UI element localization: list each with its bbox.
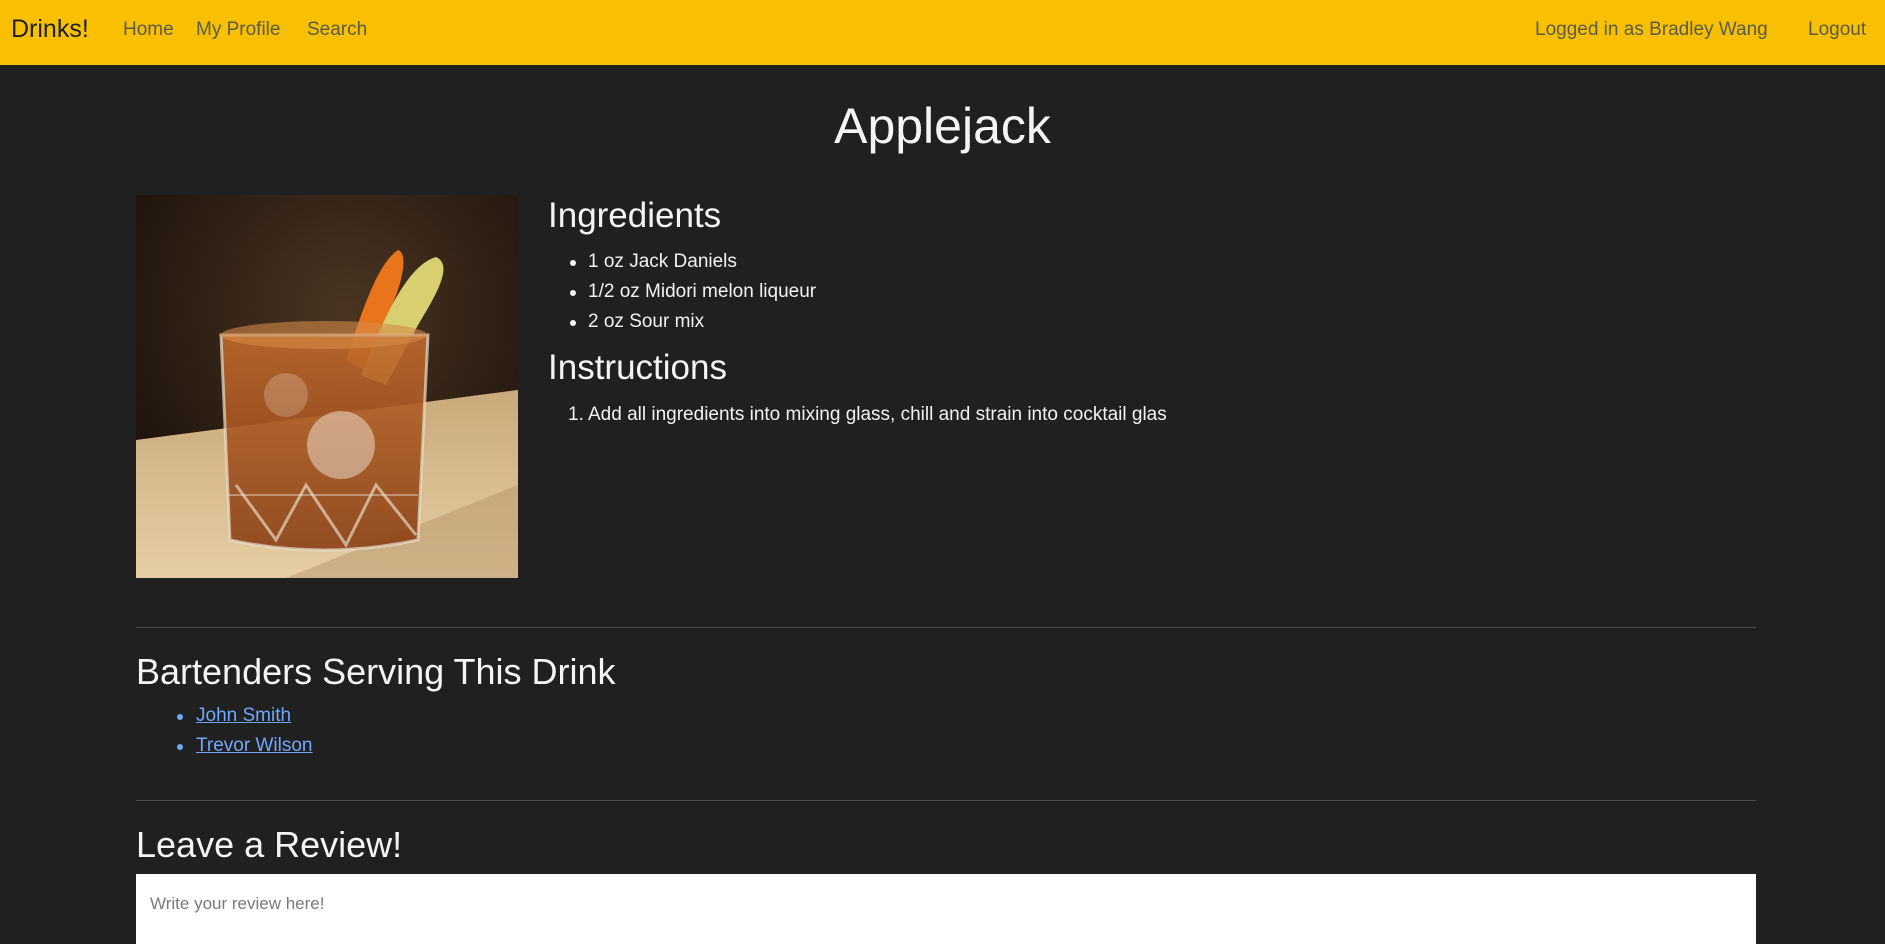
bartender-link-trevor-wilson[interactable]: Trevor Wilson <box>196 735 312 756</box>
ingredient-item: 1 oz Jack Daniels <box>569 247 816 277</box>
review-heading: Leave a Review! <box>136 824 403 865</box>
drink-photo <box>136 195 518 578</box>
ingredients-list: 1 oz Jack Daniels 1/2 oz Midori melon li… <box>569 247 816 337</box>
instruction-step: 1. Add all ingredients into mixing glass… <box>568 400 1167 430</box>
instructions-list: 1. Add all ingredients into mixing glass… <box>568 400 1167 430</box>
instruction-step-number: 1. <box>568 404 584 425</box>
section-divider <box>136 627 1756 628</box>
nav-search-link[interactable]: Search <box>307 18 367 42</box>
logged-in-user-text: Logged in as Bradley Wang <box>1535 19 1768 40</box>
bartender-item: Trevor Wilson <box>176 731 312 761</box>
review-textarea[interactable] <box>136 874 1756 944</box>
brand-logo-link[interactable]: Drinks! <box>11 14 89 44</box>
drink-title: Applejack <box>834 98 1051 154</box>
instructions-heading: Instructions <box>548 348 727 387</box>
logout-link[interactable]: Logout <box>1808 18 1866 42</box>
ingredient-item: 2 oz Sour mix <box>569 307 816 337</box>
top-navbar: Drinks! Home My Profile Search Logged in… <box>0 0 1885 65</box>
section-divider <box>136 800 1756 801</box>
nav-home-link[interactable]: Home <box>123 18 174 42</box>
cocktail-glass-illustration <box>136 195 518 578</box>
ingredient-item: 1/2 oz Midori melon liqueur <box>569 277 816 307</box>
bartender-item: John Smith <box>176 701 312 731</box>
bartender-link-john-smith[interactable]: John Smith <box>196 705 291 726</box>
nav-my-profile-link[interactable]: My Profile <box>196 18 280 42</box>
instruction-step-text: Add all ingredients into mixing glass, c… <box>588 404 1167 425</box>
ingredients-heading: Ingredients <box>548 196 722 235</box>
bartenders-list: John Smith Trevor Wilson <box>176 701 312 761</box>
bartenders-heading: Bartenders Serving This Drink <box>136 651 616 692</box>
